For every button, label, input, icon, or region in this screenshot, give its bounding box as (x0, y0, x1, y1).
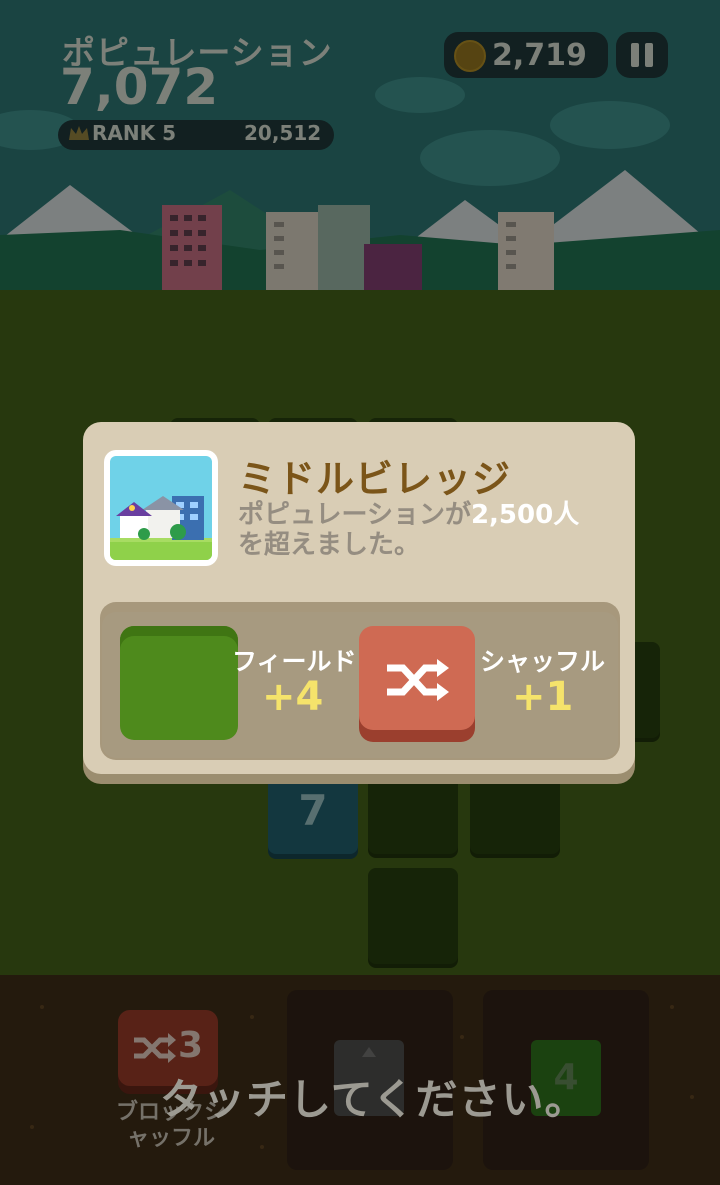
desc-text-2: を超えました。 (238, 530, 421, 560)
dialog-description: ポピュレーションが2,500人 を超えました。 (238, 500, 618, 560)
shuffle-reward-icon (359, 626, 475, 730)
field-reward-icon (120, 626, 238, 740)
shuffle-icon (387, 659, 449, 701)
dialog-title: ミドルビレッジ (238, 457, 512, 501)
touch-prompt: タッチしてください。 (160, 1075, 588, 1124)
shuffle-reward-amount: +1 (512, 674, 574, 720)
population-threshold: 2,500人 (470, 500, 580, 530)
desc-text: ポピュレーションが (238, 500, 471, 530)
field-reward-label: フィールド (232, 647, 357, 676)
shuffle-reward-label: シャッフル (480, 647, 606, 676)
village-image (110, 456, 212, 560)
field-reward-amount: +4 (262, 674, 324, 720)
